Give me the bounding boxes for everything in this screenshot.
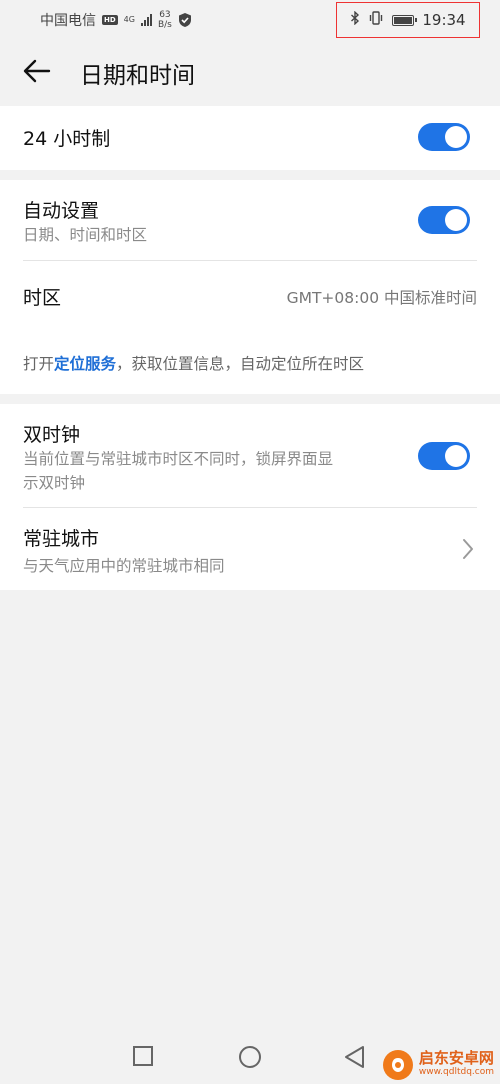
speed-unit: B/s [157, 20, 172, 30]
circle-icon [239, 1046, 261, 1068]
recent-apps-button[interactable] [131, 1044, 155, 1072]
row-timezone[interactable]: 时区 GMT+08:00 中国标准时间 [0, 261, 500, 331]
clock-time: 19:34 [422, 11, 466, 29]
vibrate-icon [368, 11, 384, 29]
watermark: 启东安卓网 www.qdltdq.com [382, 1050, 494, 1080]
row-dual-clock[interactable]: 双时钟 当前位置与常驻城市时区不同时，锁屏界面显 示双时钟 [0, 404, 500, 506]
watermark-url: www.qdltdq.com [418, 1067, 494, 1077]
location-hint: 打开定位服务，获取位置信息，自动定位所在时区 [23, 352, 364, 374]
hd-badge: HD [102, 15, 118, 25]
status-bar: 中国电信 HD 4G 63 B/s 19:34 [0, 0, 500, 38]
hour24-title: 24 小时制 [23, 128, 111, 150]
watermark-logo-icon [382, 1050, 413, 1080]
auto-set-title: 自动设置 [23, 200, 100, 222]
carrier-name: 中国电信 [40, 13, 96, 29]
card-dual-clock: 双时钟 当前位置与常驻城市时区不同时，锁屏界面显 示双时钟 常驻城市 与天气应用… [0, 404, 500, 590]
bluetooth-icon [350, 10, 360, 29]
timezone-value: GMT+08:00 中国标准时间 [286, 289, 477, 307]
watermark-text: 启东安卓网 www.qdltdq.com [419, 1051, 494, 1079]
battery-icon [392, 14, 418, 26]
watermark-name: 启东安卓网 [418, 1049, 494, 1067]
status-right-highlight: 19:34 [336, 2, 480, 38]
chevron-right-icon [462, 538, 474, 564]
auto-set-subtitle: 日期、时间和时区 [23, 226, 148, 244]
auto-set-toggle[interactable] [418, 206, 470, 234]
home-city-subtitle: 与天气应用中的常驻城市相同 [23, 557, 225, 575]
row-24-hour[interactable]: 24 小时制 [0, 106, 500, 170]
page-title: 日期和时间 [80, 63, 195, 89]
triangle-back-icon [345, 1046, 364, 1068]
row-auto-set[interactable]: 自动设置 日期、时间和时区 [0, 180, 500, 260]
square-icon [133, 1046, 153, 1066]
network-type: 4G [123, 15, 135, 24]
row-home-city[interactable]: 常驻城市 与天气应用中的常驻城市相同 [0, 508, 500, 590]
card-24-hour: 24 小时制 [0, 106, 500, 170]
speed-value: 63 [159, 10, 171, 20]
dual-clock-title: 双时钟 [23, 424, 81, 446]
dual-clock-subtitle-line1: 当前位置与常驻城市时区不同时，锁屏界面显 [23, 450, 334, 468]
hour24-toggle[interactable] [418, 123, 470, 151]
network-speed: 63 B/s [158, 10, 172, 30]
dual-clock-subtitle-line2: 示双时钟 [23, 474, 86, 492]
home-button[interactable] [237, 1044, 263, 1074]
signal-icon [140, 14, 152, 26]
home-city-title: 常驻城市 [23, 528, 100, 550]
app-bar: 日期和时间 [0, 38, 500, 104]
status-left: 中国电信 HD 4G 63 B/s [40, 10, 192, 30]
back-arrow-icon [23, 59, 51, 83]
navigation-bar: 启东安卓网 www.qdltdq.com [0, 1030, 500, 1084]
shield-icon [178, 12, 192, 28]
location-hint-suffix: ，获取位置信息，自动定位所在时区 [116, 355, 365, 373]
location-service-link[interactable]: 定位服务 [54, 355, 116, 373]
back-nav-button[interactable] [342, 1044, 368, 1074]
timezone-title: 时区 [23, 287, 62, 309]
location-hint-prefix: 打开 [23, 355, 55, 373]
dual-clock-toggle[interactable] [418, 442, 470, 470]
back-button[interactable] [20, 54, 54, 88]
card-auto-time: 自动设置 日期、时间和时区 时区 GMT+08:00 中国标准时间 打开定位服务… [0, 180, 500, 394]
